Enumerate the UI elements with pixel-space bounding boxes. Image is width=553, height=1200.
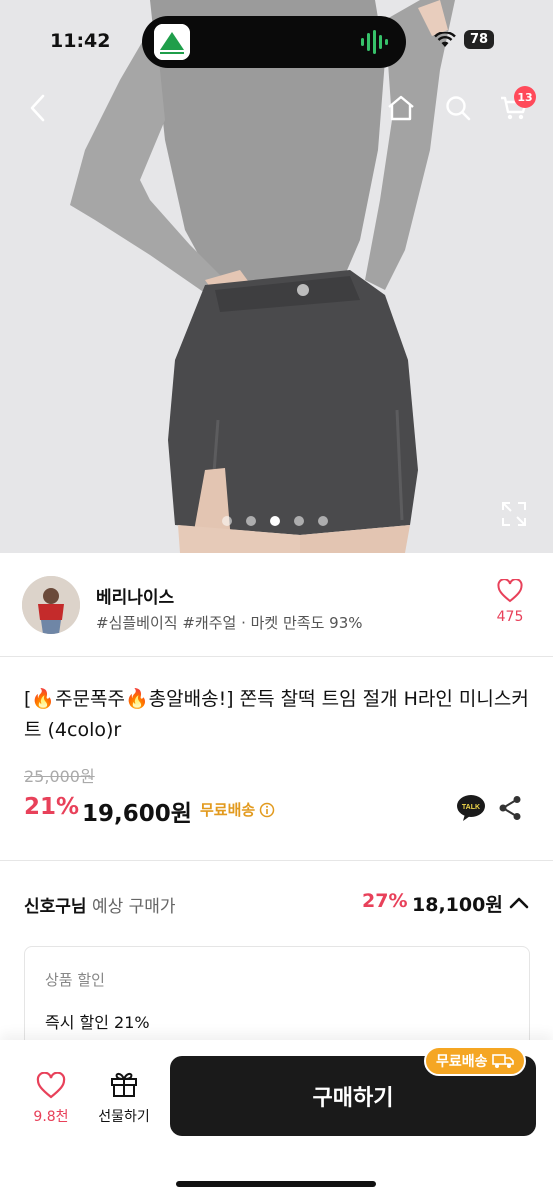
expected-price-label: 신호구님 예상 구매가 bbox=[24, 892, 176, 917]
shop-like-button[interactable]: 475 bbox=[490, 578, 530, 625]
home-indicator bbox=[176, 1181, 376, 1187]
product-photo bbox=[0, 0, 553, 553]
expand-icon[interactable] bbox=[500, 500, 528, 528]
wifi-icon bbox=[434, 31, 456, 47]
expected-price: 18,100원 bbox=[412, 894, 503, 916]
home-icon bbox=[388, 95, 414, 121]
status-indicators: 78 bbox=[434, 30, 495, 49]
like-count: 9.8천 bbox=[33, 1109, 69, 1125]
gallery-dot[interactable] bbox=[294, 516, 304, 526]
gift-button[interactable]: 선물하기 bbox=[92, 1070, 156, 1126]
info-icon bbox=[259, 802, 275, 817]
bottom-action-bar: 9.8천 선물하기 구매하기 무료배송 bbox=[0, 1040, 553, 1200]
battery-indicator: 78 bbox=[464, 30, 495, 49]
gallery-dot[interactable] bbox=[222, 516, 232, 526]
expected-price-caption: 예상 구매가 bbox=[91, 897, 176, 917]
user-name: 신호구님 bbox=[24, 897, 87, 917]
free-shipping-text: 무료배송 bbox=[200, 801, 256, 819]
share-icon[interactable] bbox=[498, 795, 522, 821]
gallery-pagination bbox=[222, 516, 328, 526]
like-button[interactable]: 9.8천 bbox=[28, 1071, 74, 1126]
dynamic-island bbox=[142, 16, 406, 68]
free-shipping-badge: 무료배송 bbox=[424, 1046, 526, 1076]
shop-info[interactable]: 베리나이스 #심플베이직 #캐주얼 · 마켓 만족도 93% 475 bbox=[0, 553, 553, 656]
divider bbox=[0, 860, 553, 861]
search-button[interactable] bbox=[438, 88, 478, 128]
gallery-dot[interactable] bbox=[318, 516, 328, 526]
app-icon bbox=[154, 24, 190, 60]
audio-wave-icon bbox=[361, 30, 388, 54]
gallery-dot[interactable] bbox=[246, 516, 256, 526]
truck-icon bbox=[491, 1054, 514, 1068]
discount-heading: 상품 할인 bbox=[45, 971, 105, 989]
divider bbox=[0, 656, 553, 657]
shop-tags: #심플베이직 #캐주얼 · 마켓 만족도 93% bbox=[96, 614, 363, 632]
chevron-left-icon bbox=[30, 94, 45, 122]
sale-price: 19,600원 bbox=[82, 801, 192, 827]
gift-label: 선물하기 bbox=[98, 1109, 150, 1125]
original-price: 25,000원 bbox=[24, 767, 95, 786]
heart-icon bbox=[36, 1071, 66, 1099]
shop-like-count: 475 bbox=[496, 609, 524, 625]
product-image-gallery[interactable]: 11:42 78 13 bbox=[0, 0, 553, 553]
free-shipping-badge-text: 무료배송 bbox=[436, 1054, 488, 1070]
back-button[interactable] bbox=[18, 88, 58, 128]
heart-icon bbox=[497, 578, 523, 603]
gift-icon bbox=[111, 1072, 137, 1097]
svg-text:TALK: TALK bbox=[462, 804, 480, 811]
search-icon bbox=[446, 96, 471, 121]
home-button[interactable] bbox=[381, 88, 421, 128]
shop-name[interactable]: 베리나이스 bbox=[96, 583, 174, 608]
shop-avatar[interactable] bbox=[22, 576, 80, 634]
expected-discount-rate: 27% bbox=[362, 890, 408, 912]
chevron-up-icon[interactable] bbox=[508, 894, 530, 912]
discount-item: 즉시 할인 21% bbox=[45, 1013, 150, 1032]
product-title: [🔥주문폭주🔥총알배송!] 쫀득 찰떡 트임 절개 H라인 미니스커트 (4co… bbox=[24, 688, 529, 741]
status-time: 11:42 bbox=[50, 30, 111, 52]
gallery-dot-active[interactable] bbox=[270, 516, 280, 526]
free-shipping-label[interactable]: 무료배송 bbox=[200, 799, 275, 820]
cart-count-badge: 13 bbox=[514, 86, 536, 108]
discount-rate: 21% bbox=[24, 794, 80, 820]
kakaotalk-share-icon[interactable]: TALK bbox=[456, 793, 486, 823]
